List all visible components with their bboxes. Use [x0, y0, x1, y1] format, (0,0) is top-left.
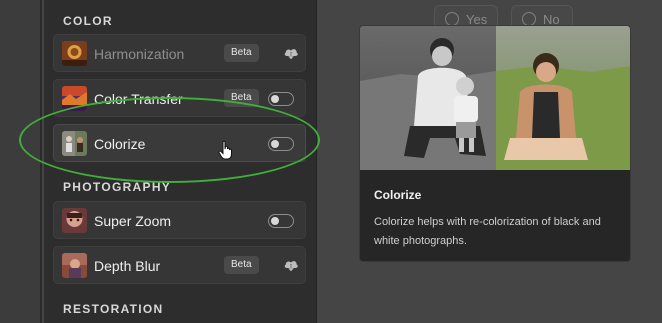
- smile-icon: [445, 12, 459, 26]
- frown-icon: [522, 12, 536, 26]
- filter-name: Depth Blur: [94, 258, 161, 274]
- preview-description: Colorize helps with re-colorization of b…: [374, 216, 601, 247]
- cloud-download-icon[interactable]: [283, 46, 299, 60]
- cloud-download-icon[interactable]: [283, 258, 299, 272]
- beta-badge: Beta: [224, 256, 259, 274]
- section-label-color: COLOR: [63, 14, 113, 28]
- preview-photo: [360, 26, 630, 170]
- section-label-restoration: RESTORATION: [63, 302, 164, 316]
- color-transfer-toggle[interactable]: [268, 92, 294, 106]
- toggle-knob: [271, 216, 279, 225]
- harmonization-thumbnail: [62, 41, 87, 66]
- toggle-knob: [271, 94, 279, 103]
- depth-blur-thumbnail: [62, 253, 87, 278]
- filter-name: Super Zoom: [94, 213, 172, 229]
- highlight-annotation: [19, 97, 320, 183]
- filter-row-depth-blur[interactable]: Depth Blur Beta: [53, 246, 306, 284]
- super-zoom-thumbnail: [62, 208, 87, 233]
- preview-title: Colorize: [374, 188, 422, 202]
- filter-row-harmonization[interactable]: Harmonization Beta: [53, 34, 306, 72]
- beta-badge: Beta: [224, 44, 259, 62]
- hand-cursor-icon: [218, 140, 232, 160]
- left-toolbar-strip: [0, 0, 42, 323]
- super-zoom-toggle[interactable]: [268, 214, 294, 228]
- filter-name: Harmonization: [94, 46, 185, 62]
- panel-divider: [316, 0, 317, 323]
- filter-row-super-zoom[interactable]: Super Zoom: [53, 201, 306, 239]
- filter-preview-card: Colorize Colorize helps with re-coloriza…: [359, 25, 631, 262]
